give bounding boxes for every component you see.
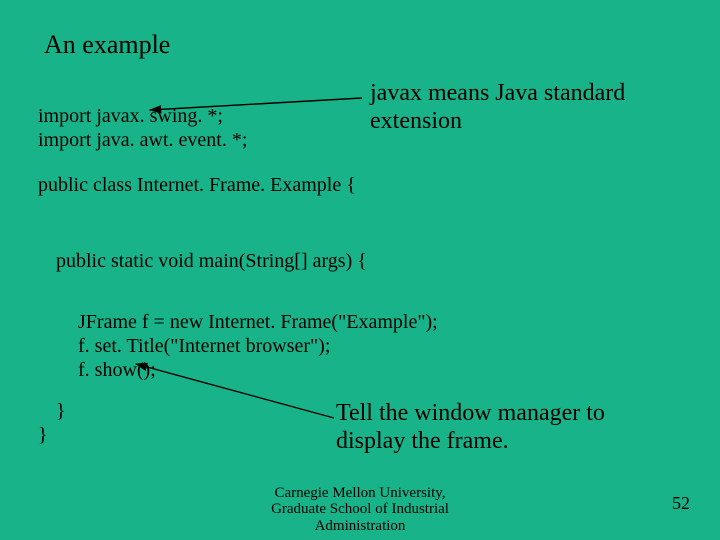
annotation-javax-line2: extension — [370, 108, 625, 136]
slide: An example import javax. swing. *; impor… — [0, 0, 720, 540]
code-line-import1: import javax. swing. *; — [38, 104, 247, 128]
code-close-outer: } — [38, 424, 48, 447]
code-main-sig: public static void main(String[] args) { — [56, 250, 367, 273]
footer-line2: Graduate School of Industrial — [0, 501, 720, 518]
code-line-jframe: JFrame f = new Internet. Frame("Example"… — [78, 310, 438, 334]
slide-footer: Carnegie Mellon University, Graduate Sch… — [0, 485, 720, 535]
code-body: JFrame f = new Internet. Frame("Example"… — [78, 310, 438, 382]
annotation-javax-line1: javax means Java standard — [370, 80, 625, 108]
slide-title: An example — [44, 30, 170, 60]
annotation-javax: javax means Java standard extension — [370, 80, 625, 135]
footer-line3: Administration — [0, 518, 720, 535]
annotation-show-line1: Tell the window manager to — [336, 400, 605, 428]
annotation-show: Tell the window manager to display the f… — [336, 400, 605, 455]
code-line-import2: import java. awt. event. *; — [38, 128, 247, 152]
code-imports: import javax. swing. *; import java. awt… — [38, 104, 247, 152]
page-number: 52 — [672, 493, 690, 514]
code-line-settitle: f. set. Title("Internet browser"); — [78, 334, 438, 358]
code-close-inner: } — [56, 400, 66, 423]
code-line-show: f. show(); — [78, 358, 438, 382]
code-class-decl: public class Internet. Frame. Example { — [38, 174, 356, 197]
annotation-show-line2: display the frame. — [336, 428, 605, 456]
footer-line1: Carnegie Mellon University, — [0, 485, 720, 502]
